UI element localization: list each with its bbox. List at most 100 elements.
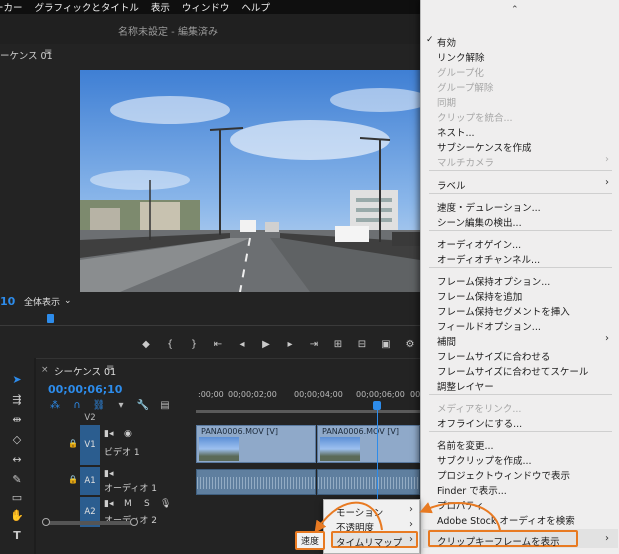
- menu-item-rename[interactable]: 名前を変更...: [437, 438, 494, 452]
- step-forward-icon[interactable]: ▸: [284, 339, 296, 350]
- scroll-up-icon[interactable]: ⌃: [511, 5, 519, 15]
- menu-item-nest[interactable]: ネスト...: [437, 125, 475, 139]
- menu-item-make-offline[interactable]: オフラインにする...: [437, 416, 522, 430]
- menu-item-properties[interactable]: プロパティ: [437, 498, 484, 512]
- timeline-ruler[interactable]: :00;00 00;00;02;00 00;00;04;00 00;00;06;…: [196, 387, 441, 409]
- timeline-scrollbar[interactable]: [44, 521, 134, 525]
- slip-tool-icon[interactable]: ↔: [9, 452, 25, 468]
- menu-item-show-clip-keyframes[interactable]: クリップキーフレームを表示: [437, 534, 560, 548]
- menu-item-merge-clips[interactable]: クリップを統合...: [437, 110, 513, 124]
- audio-clip[interactable]: [317, 469, 420, 495]
- audio-clip[interactable]: [196, 469, 316, 495]
- captions-icon[interactable]: ▤: [158, 400, 172, 411]
- menu-marker[interactable]: ーカー: [0, 0, 23, 14]
- submenu-item-motion[interactable]: モーション: [336, 505, 383, 519]
- video-clip[interactable]: PANA0006.MOV [V]: [196, 425, 316, 463]
- menu-item-set-to-frame-size[interactable]: フレームサイズに合わせる: [437, 349, 550, 363]
- zoom-fit-select[interactable]: 全体表示 ⌄: [24, 294, 82, 308]
- menu-graphics-titles[interactable]: グラフィックとタイトル: [35, 0, 139, 14]
- menu-item-insert-frame-hold-segment[interactable]: フレーム保持セグメントを挿入: [437, 304, 570, 318]
- scrollbar-right-handle[interactable]: [130, 518, 138, 526]
- menu-item-speed-duration[interactable]: 速度・デュレーション...: [437, 200, 541, 214]
- menu-item-scale-to-frame-size[interactable]: フレームサイズに合わせてスケール: [437, 364, 588, 378]
- menu-item-ungroup[interactable]: グループ解除: [437, 80, 493, 94]
- menu-help[interactable]: ヘルプ: [241, 0, 270, 14]
- track-label-v2[interactable]: V2: [80, 411, 100, 425]
- rectangle-tool-icon[interactable]: ▭: [9, 490, 25, 506]
- chevron-right-icon: ›: [605, 333, 609, 344]
- menu-item-make-subclip[interactable]: サブクリップを作成...: [437, 453, 532, 467]
- menu-item-search-adobe-stock-audio[interactable]: Adobe Stock オーディオを検索: [437, 513, 575, 527]
- go-to-out-icon[interactable]: ⇥: [308, 339, 320, 350]
- monitor-timecode[interactable]: 10: [0, 295, 15, 308]
- menu-item-make-subsequence[interactable]: サブシーケンスを作成: [437, 140, 532, 154]
- menu-item-link-media[interactable]: メディアをリンク...: [437, 401, 521, 415]
- track-name-a1: オーディオ 1: [104, 484, 157, 494]
- scrollbar-left-handle[interactable]: [42, 518, 50, 526]
- audio-source-icon[interactable]: ▮◂: [104, 499, 113, 509]
- razor-tool-icon[interactable]: ◇: [9, 432, 25, 448]
- hand-tool-icon[interactable]: ✋: [9, 508, 25, 524]
- timeline-settings-icon[interactable]: 🔧: [136, 400, 150, 411]
- audio-source-icon[interactable]: ▮◂: [104, 469, 113, 479]
- menu-item-time-interpolation[interactable]: 補間: [437, 334, 456, 348]
- type-tool-icon[interactable]: T: [9, 528, 25, 544]
- menu-item-reveal-in-project[interactable]: プロジェクトウィンドウで表示: [437, 468, 570, 482]
- monitor-timeruler[interactable]: [0, 312, 420, 326]
- menu-separator: [429, 230, 612, 231]
- timeline-tab-menu-icon[interactable]: ≡: [106, 363, 114, 374]
- solo-button[interactable]: S: [144, 499, 150, 509]
- monitor-playhead[interactable]: [47, 314, 54, 323]
- linked-selection-icon[interactable]: ⛓: [92, 400, 106, 411]
- eye-icon[interactable]: ◉: [124, 429, 132, 439]
- submenu-item-time-remapping[interactable]: タイムリマップ: [336, 535, 402, 549]
- menu-item-add-frame-hold[interactable]: フレーム保持を追加: [437, 289, 522, 303]
- track-select-tool-icon[interactable]: ⇶: [9, 392, 25, 408]
- snap-icon[interactable]: ∩: [70, 400, 84, 411]
- menu-item-audio-channels[interactable]: オーディオチャンネル...: [437, 252, 540, 266]
- lock-icon[interactable]: 🔒: [68, 439, 78, 448]
- lock-icon[interactable]: 🔒: [68, 475, 78, 484]
- menu-item-enable[interactable]: 有効: [437, 35, 456, 49]
- insert-icon[interactable]: ⊞: [332, 339, 344, 350]
- track-label-a1[interactable]: A1: [80, 467, 100, 495]
- menu-item-audio-gain[interactable]: オーディオゲイン...: [437, 237, 521, 251]
- export-frame-icon[interactable]: ▣: [380, 339, 392, 350]
- menu-item-field-options[interactable]: フィールドオプション...: [437, 319, 541, 333]
- microphone-icon[interactable]: 🎙: [160, 499, 171, 509]
- menu-item-unlink[interactable]: リンク解除: [437, 50, 485, 64]
- add-marker-icon[interactable]: ▾: [114, 400, 128, 411]
- nest-toggle-icon[interactable]: ⁂: [48, 400, 62, 411]
- menu-item-label[interactable]: ラベル: [437, 178, 466, 192]
- menu-item-reveal-in-finder[interactable]: Finder で表示...: [437, 483, 507, 497]
- menu-view[interactable]: 表示: [151, 0, 170, 14]
- go-to-in-icon[interactable]: ⇤: [212, 339, 224, 350]
- menu-item-scene-edit-detection[interactable]: シーン編集の検出...: [437, 215, 522, 229]
- menu-item-synchronize[interactable]: 同期: [437, 95, 456, 109]
- speed-option[interactable]: 速度: [295, 531, 325, 550]
- menu-window[interactable]: ウィンドウ: [182, 0, 230, 14]
- checkmark-icon: ✓: [426, 35, 434, 45]
- selection-tool-icon[interactable]: ➤: [9, 372, 25, 388]
- play-icon[interactable]: ▶: [260, 339, 272, 350]
- close-icon[interactable]: ×: [41, 365, 49, 375]
- menu-item-group[interactable]: グループ化: [437, 65, 484, 79]
- pen-tool-icon[interactable]: ✎: [9, 472, 25, 488]
- mark-in-icon[interactable]: {: [164, 339, 176, 350]
- add-marker-icon[interactable]: ◆: [140, 339, 152, 350]
- work-area-bar[interactable]: [196, 410, 420, 413]
- menu-item-frame-hold-options[interactable]: フレーム保持オプション...: [437, 274, 550, 288]
- settings-icon[interactable]: ⚙: [404, 339, 416, 350]
- video-clip[interactable]: PANA0006.MOV [V]: [317, 425, 420, 463]
- menu-item-adjustment-layer[interactable]: 調整レイヤー: [437, 379, 494, 393]
- overwrite-icon[interactable]: ⊟: [356, 339, 368, 350]
- step-back-icon[interactable]: ◂: [236, 339, 248, 350]
- mark-out-icon[interactable]: }: [188, 339, 200, 350]
- track-label-v1[interactable]: V1: [80, 425, 100, 465]
- timeline-timecode[interactable]: 00;00;06;10: [48, 383, 122, 396]
- camera-icon[interactable]: ▮◂: [104, 429, 113, 439]
- mute-button[interactable]: M: [124, 499, 132, 509]
- menu-item-multicamera[interactable]: マルチカメラ: [437, 155, 494, 169]
- ripple-edit-tool-icon[interactable]: ⇹: [9, 412, 25, 428]
- monitor-tab-menu-icon[interactable]: ≡: [44, 47, 52, 58]
